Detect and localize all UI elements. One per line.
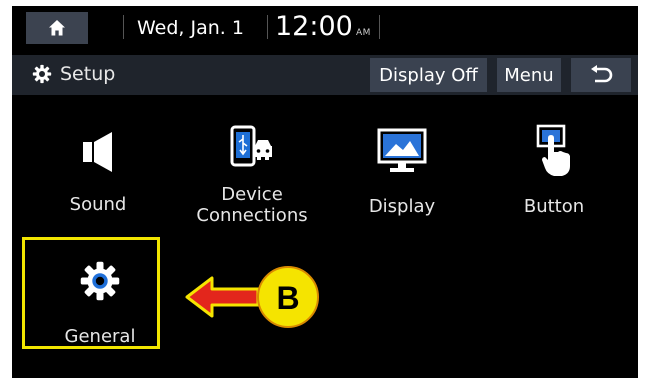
callout-overlay: B — [185, 266, 319, 328]
callout-letter: B — [276, 280, 299, 316]
pointer-arrow-icon — [185, 276, 260, 318]
